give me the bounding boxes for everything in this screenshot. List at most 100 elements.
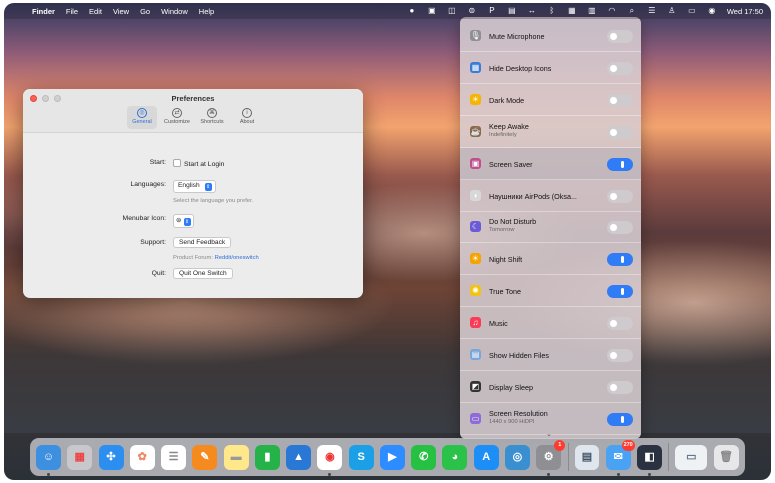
toggle-switch[interactable] <box>607 189 633 203</box>
reminders-icon[interactable]: ☰ <box>161 444 187 470</box>
status-icon-8[interactable]: ▦ <box>567 3 577 19</box>
tab-shortcuts[interactable]: ⌘ Shortcuts <box>197 106 227 129</box>
menu-item-title: Show Hidden Files <box>489 351 549 360</box>
menu-item-title: Display Sleep <box>489 382 533 392</box>
send-feedback-button[interactable]: Send Feedback <box>173 237 232 248</box>
menu-item-наушники-airpods-oksa[interactable]: ◖ Наушники AirPods (Oksa... <box>460 180 641 212</box>
start-at-login-checkbox[interactable] <box>173 159 181 167</box>
trash-icon[interactable]: 🗑 <box>713 444 739 470</box>
scroll-down-chevron-icon[interactable]: ⌄ <box>546 430 552 438</box>
toggle-switch[interactable] <box>607 61 633 75</box>
user-icon[interactable]: ♙ <box>667 3 677 19</box>
status-icon-p[interactable]: P <box>487 3 497 19</box>
menu-item-show-hidden-files[interactable]: ▤ Show Hidden Files <box>460 339 641 371</box>
launchpad-icon[interactable]: ▦ <box>67 444 93 470</box>
toggle-switch[interactable] <box>607 221 633 235</box>
downloads-stack-icon[interactable]: ▭ <box>675 444 708 470</box>
wifi-icon[interactable]: ◠ <box>607 3 617 19</box>
status-icon-1[interactable]: ● <box>407 3 417 19</box>
toggle-switch[interactable] <box>607 285 633 299</box>
toggle-knob <box>609 223 618 233</box>
window-toolbar: Preferences ◎ General ⇄ Customize ⌘ Shortcu… <box>23 89 363 133</box>
menu-app-name[interactable]: Finder <box>32 7 55 16</box>
siri-icon[interactable]: ◉ <box>707 3 717 19</box>
one-switch-app-icon[interactable]: ◧ <box>637 444 663 476</box>
system-preferences-icon[interactable]: ⚙ 1 <box>536 439 566 476</box>
chevron-updown-icon: ⇕ <box>183 218 191 226</box>
dock-separator <box>567 443 569 471</box>
language-hint: Select the language you prefer. <box>173 198 254 204</box>
toggle-switch[interactable] <box>607 125 633 139</box>
true-tone-icon: ✺ <box>470 285 481 297</box>
toggle-knob <box>621 288 624 296</box>
skype-icon[interactable]: S <box>348 444 374 470</box>
resolution-icon: ▭ <box>470 412 481 424</box>
toggle-knob <box>609 319 618 329</box>
status-icon-5[interactable]: ▤ <box>507 3 517 19</box>
menubar-icon-label: Menubar Icon: <box>122 215 166 222</box>
toggle-switch[interactable] <box>607 380 633 394</box>
control-center-icon[interactable]: ☰ <box>647 3 657 19</box>
photos-icon[interactable]: ✿ <box>129 444 155 470</box>
microphone-icon: 🎙 <box>470 30 481 41</box>
update-badge: 1 <box>554 439 566 451</box>
tab-general[interactable]: ◎ General <box>127 106 157 129</box>
menubar-icon-select[interactable]: ⊜ ⇕ <box>173 214 194 228</box>
menu-item-title: Наушники AirPods (Oksa... <box>489 191 577 201</box>
toggle-switch[interactable] <box>607 349 633 362</box>
mail-icon[interactable]: ✉ 270 <box>605 439 635 476</box>
chrome-icon[interactable]: ◉ <box>317 444 343 476</box>
battery-icon[interactable]: ▭ <box>687 3 697 19</box>
menu-item-screen-saver[interactable]: ▣ Screen Saver <box>460 147 641 180</box>
menu-window[interactable]: Window <box>161 7 188 16</box>
forum-link[interactable]: Reddit/oneswitch <box>215 255 259 261</box>
safari-icon[interactable]: ✣ <box>98 444 124 470</box>
menu-item-true-tone[interactable]: ✺ True Tone <box>460 275 641 308</box>
menu-item-mute-microphone[interactable]: 🎙 Mute Microphone <box>460 20 641 52</box>
toggle-switch[interactable] <box>607 412 633 426</box>
toggle-switch[interactable] <box>607 93 633 107</box>
keynote-icon[interactable]: ▲ <box>286 444 312 470</box>
menu-clock[interactable]: Wed 17:50 <box>727 7 763 16</box>
menu-item-dark-mode[interactable]: ☀ Dark Mode <box>460 84 641 116</box>
menu-item-music[interactable]: ♫ Music <box>460 307 641 340</box>
toggle-switch[interactable] <box>607 157 633 171</box>
search-icon[interactable]: ⌕ <box>627 3 637 19</box>
status-icon-6[interactable]: ↔ <box>527 3 537 19</box>
language-select[interactable]: English ⇕ <box>173 180 216 193</box>
status-icon-9[interactable]: ▥ <box>587 3 597 19</box>
menu-item-night-shift[interactable]: ☀ Night Shift <box>460 243 641 276</box>
notes-icon[interactable]: ▬ <box>223 444 249 470</box>
bluetooth-icon[interactable]: ᛒ <box>547 3 557 19</box>
tab-about[interactable]: i About <box>232 106 262 129</box>
toggle-switch[interactable] <box>607 30 633 43</box>
tab-about-label: About <box>239 119 255 125</box>
menu-view[interactable]: View <box>113 7 129 16</box>
quicktime-icon[interactable]: ◎ <box>504 444 530 470</box>
menu-item-title: Keep Awake <box>489 121 529 131</box>
menu-item-hide-desktop-icons[interactable]: ▦ Hide Desktop Icons <box>460 52 641 84</box>
menu-go[interactable]: Go <box>140 7 150 16</box>
tab-general-label: General <box>132 119 152 125</box>
menu-item-keep-awake[interactable]: ☕ Keep Awake Indefinitely <box>460 116 641 148</box>
preview-icon[interactable]: ▤ <box>574 444 600 470</box>
one-switch-status-icon[interactable]: ⊜ <box>467 3 477 19</box>
menu-file[interactable]: File <box>66 7 78 16</box>
app-store-icon[interactable]: A <box>473 444 499 470</box>
menu-item-display-sleep[interactable]: ◩ Display Sleep <box>460 371 641 403</box>
status-icon-3[interactable]: ◫ <box>447 3 457 19</box>
menu-item-do-not-disturb[interactable]: ☾ Do Not Disturb Tomorrow <box>460 211 641 244</box>
pages-icon[interactable]: ✎ <box>192 444 218 470</box>
quit-button[interactable]: Quit One Switch <box>173 268 233 279</box>
numbers-icon[interactable]: ▮ <box>254 444 280 470</box>
tab-customize[interactable]: ⇄ Customize <box>162 106 192 129</box>
toggle-switch[interactable] <box>607 317 633 331</box>
menu-help[interactable]: Help <box>199 7 214 16</box>
whatsapp-icon[interactable]: ✆ <box>411 444 437 470</box>
wechat-icon[interactable]: ◕ <box>442 444 468 470</box>
finder-icon[interactable]: ☺ <box>36 444 61 476</box>
zoom-icon[interactable]: ▶ <box>379 444 405 470</box>
toggle-switch[interactable] <box>607 253 633 267</box>
menu-edit[interactable]: Edit <box>89 7 102 16</box>
status-icon-2[interactable]: ▣ <box>427 3 437 19</box>
